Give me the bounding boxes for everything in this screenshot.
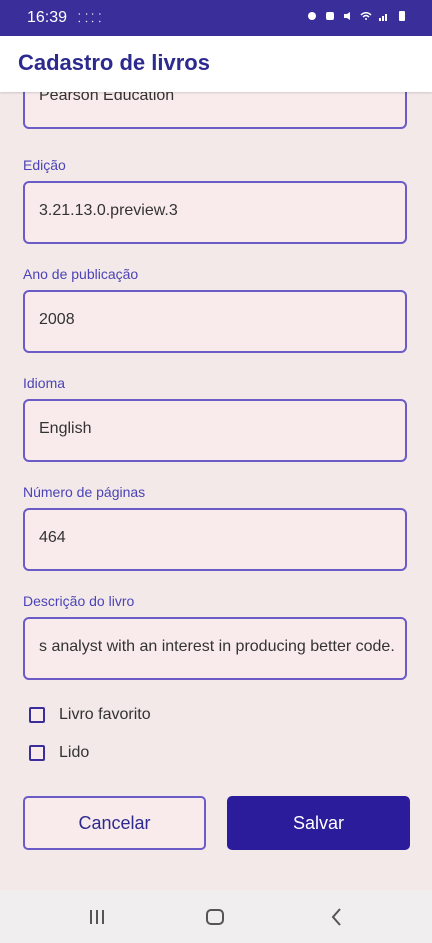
- read-checkbox-row[interactable]: Lido: [29, 741, 89, 765]
- status-time: 16:39: [27, 9, 68, 26]
- status-icons: [306, 10, 408, 22]
- edition-label: Edição: [23, 157, 66, 173]
- recent-apps-icon[interactable]: [84, 904, 110, 930]
- form-content[interactable]: Pearson Education Edição 3.21.13.0.previ…: [0, 92, 432, 890]
- description-value: s analyst with an interest in producing …: [39, 638, 395, 655]
- pages-field[interactable]: 464: [23, 508, 407, 571]
- favorite-checkbox[interactable]: [29, 707, 45, 723]
- navigation-bar: [0, 890, 432, 943]
- description-label: Descrição do livro: [23, 593, 135, 609]
- publisher-field[interactable]: Pearson Education: [23, 92, 407, 129]
- year-label: Ano de publicação: [23, 266, 139, 282]
- description-field[interactable]: s analyst with an interest in producing …: [23, 617, 407, 680]
- app-bar: Cadastro de livros: [0, 36, 432, 92]
- cancel-button[interactable]: Cancelar: [23, 796, 206, 850]
- back-icon[interactable]: [324, 904, 350, 930]
- edition-value: 3.21.13.0.preview.3: [39, 202, 178, 219]
- settings-icon: [308, 12, 316, 20]
- mute-icon: [344, 12, 350, 20]
- favorite-checkbox-label: Livro favorito: [59, 706, 151, 723]
- page-title: Cadastro de livros: [18, 50, 210, 75]
- year-value: 2008: [39, 311, 75, 328]
- screen: 16:39 ⸬ ⸬ Cadastro de livros Pearson Edu…: [0, 0, 432, 943]
- status-bar: 16:39 ⸬ ⸬: [0, 0, 432, 36]
- edition-field[interactable]: 3.21.13.0.preview.3: [23, 181, 407, 244]
- signal-icon: [379, 14, 387, 21]
- battery-icon: [399, 11, 405, 21]
- language-value: English: [39, 420, 92, 437]
- publisher-value: Pearson Education: [39, 92, 175, 104]
- pages-value: 464: [39, 529, 66, 546]
- favorite-checkbox-row[interactable]: Livro favorito: [29, 703, 151, 727]
- language-label: Idioma: [23, 375, 66, 391]
- read-checkbox-label: Lido: [59, 744, 90, 761]
- wifi-icon: [360, 12, 372, 20]
- read-checkbox[interactable]: [29, 745, 45, 761]
- home-icon[interactable]: [202, 904, 228, 930]
- alarm-icon: [326, 12, 334, 20]
- language-field[interactable]: English: [23, 399, 407, 462]
- status-mini-icons: ⸬ ⸬: [78, 11, 102, 25]
- pages-label: Número de páginas: [23, 484, 146, 500]
- save-button[interactable]: Salvar: [227, 796, 410, 850]
- year-field[interactable]: 2008: [23, 290, 407, 353]
